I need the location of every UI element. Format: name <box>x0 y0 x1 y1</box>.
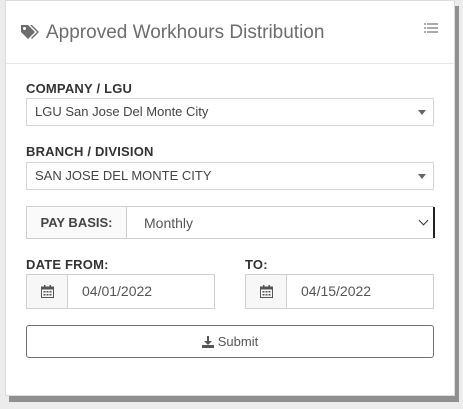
pay-basis-group: PAY BASIS: Monthly <box>26 206 435 239</box>
date-from-label: DATE FROM: <box>26 257 109 272</box>
date-to-label: TO: <box>245 257 268 272</box>
panel-title: Approved Workhours Distribution <box>46 22 325 43</box>
submit-label: Submit <box>217 334 259 349</box>
panel-header: Approved Workhours Distribution <box>6 1 454 64</box>
calendar-icon <box>260 285 273 298</box>
download-icon <box>201 335 214 348</box>
chevron-down-icon <box>418 215 429 226</box>
list-icon[interactable] <box>424 22 438 34</box>
branch-label: BRANCH / DIVISION <box>26 144 154 159</box>
company-label: COMPANY / LGU <box>26 81 133 96</box>
date-from-input[interactable]: 04/01/2022 <box>69 275 152 308</box>
date-from-addon[interactable] <box>27 275 68 308</box>
company-select-value: LGU San Jose Del Monte City <box>35 104 209 119</box>
caret-down-icon <box>418 110 426 115</box>
workhours-panel: Approved Workhours Distribution COMPANY … <box>5 0 455 396</box>
tags-icon <box>21 25 39 39</box>
pay-basis-value: Monthly <box>144 215 194 231</box>
calendar-icon <box>41 285 54 298</box>
select-focus-edge <box>433 207 435 238</box>
submit-button[interactable]: Submit <box>26 325 434 358</box>
pay-basis-label: PAY BASIS: <box>27 207 127 238</box>
branch-select-value: SAN JOSE DEL MONTE CITY <box>35 168 212 183</box>
caret-down-icon <box>418 174 426 179</box>
date-to-input[interactable]: 04/15/2022 <box>288 275 371 308</box>
company-select[interactable]: LGU San Jose Del Monte City <box>26 98 434 126</box>
date-to-addon[interactable] <box>246 275 287 308</box>
date-to-group: 04/15/2022 <box>245 274 434 309</box>
branch-select[interactable]: SAN JOSE DEL MONTE CITY <box>26 162 434 190</box>
date-from-group: 04/01/2022 <box>26 274 215 309</box>
pay-basis-select[interactable]: Monthly <box>128 207 433 238</box>
